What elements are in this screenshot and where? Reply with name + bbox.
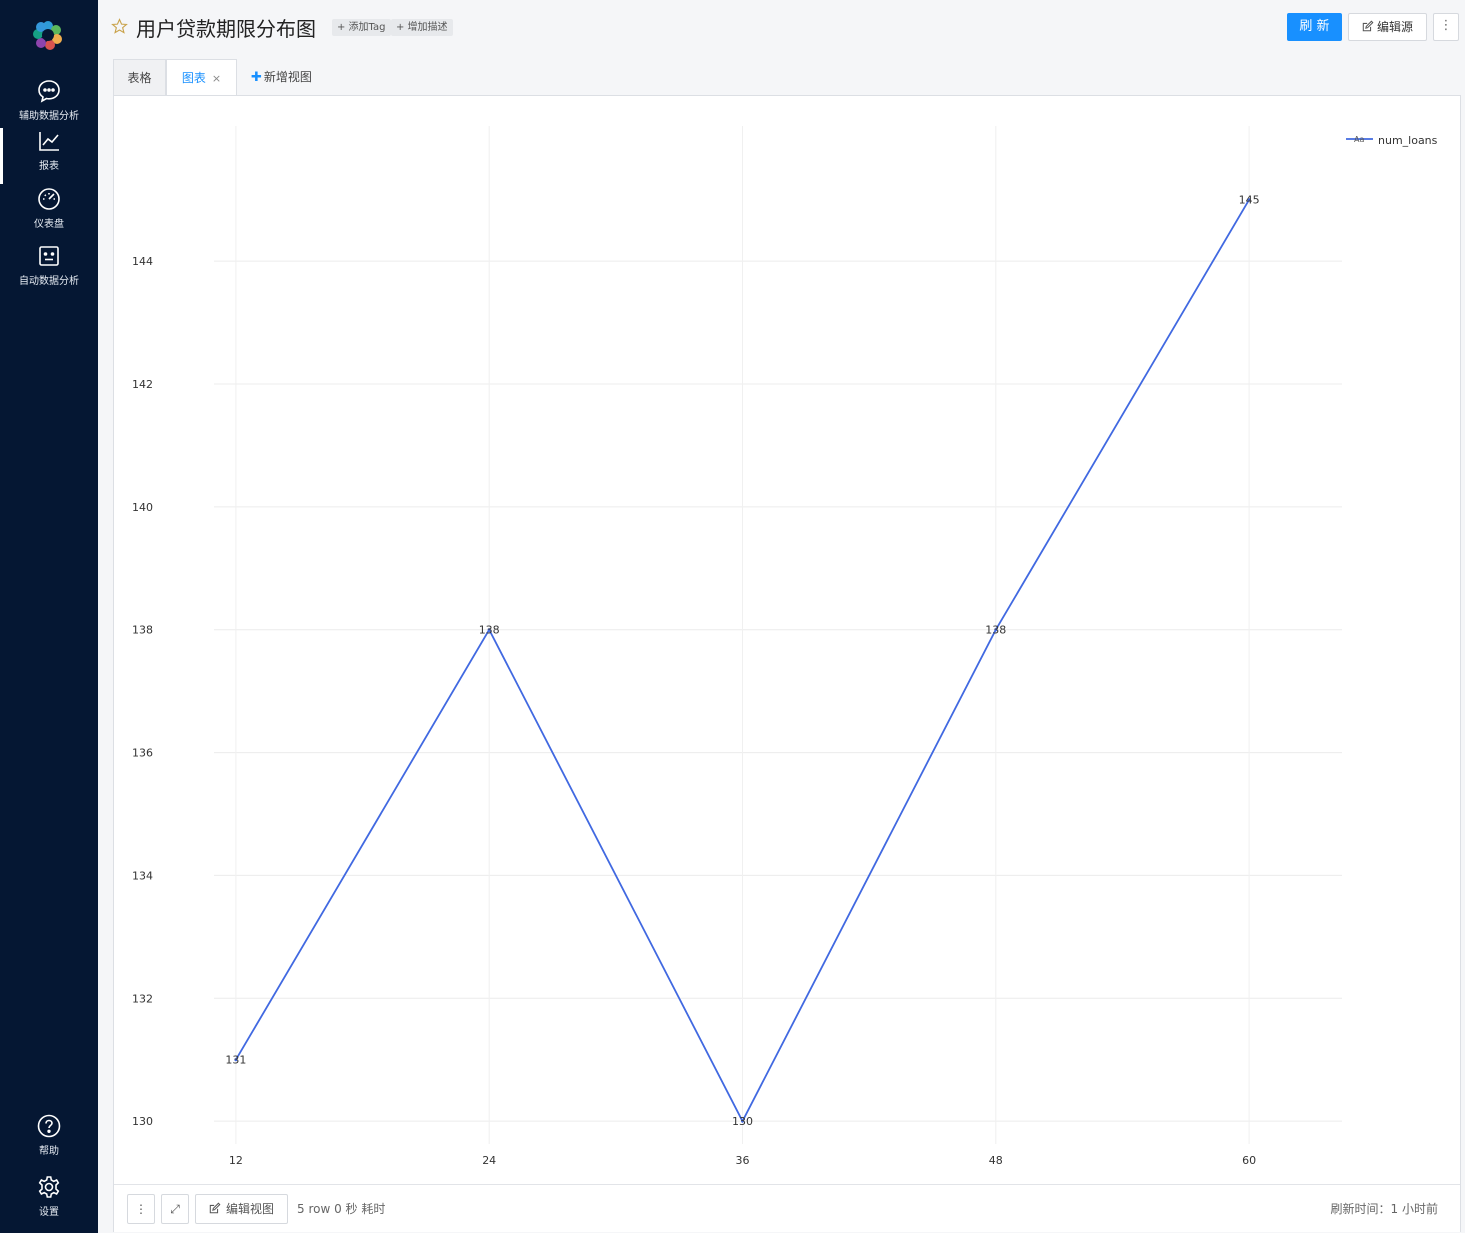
gauge-icon	[38, 188, 60, 210]
footer-more-button[interactable]: ⋮	[127, 1194, 155, 1224]
sidebar-item-label: 设置	[39, 1207, 59, 1218]
y-tick-label: 140	[132, 501, 153, 514]
edit-icon	[1362, 20, 1374, 32]
chat-icon	[38, 80, 60, 103]
edit-source-label: 编辑源	[1376, 20, 1413, 34]
x-tick-label: 36	[736, 1154, 750, 1167]
line-chart-icon	[39, 132, 59, 151]
sidebar-item-label: 自动数据分析	[19, 276, 79, 287]
sidebar-item-settings[interactable]: 设置	[0, 1174, 98, 1230]
data-label: 130	[732, 1115, 753, 1128]
sidebar-item-dashboard[interactable]: 仪表盘	[0, 186, 98, 242]
y-tick-label: 144	[132, 255, 153, 268]
edit-view-button[interactable]: 编辑视图	[195, 1194, 288, 1224]
add-tag-button[interactable]: + 添加Tag	[332, 19, 391, 36]
app-logo[interactable]	[31, 18, 65, 52]
panel-footer: ⋮ ⤢ 编辑视图 5 row 0 秒 耗时 刷新时间：1 小时前	[114, 1184, 1460, 1232]
add-view-button[interactable]: ✚ 新增视图	[251, 59, 312, 95]
sidebar-item-help[interactable]: 帮助	[0, 1113, 98, 1169]
sidebar-item-label: 辅助数据分析	[19, 111, 79, 122]
sidebar: 辅助数据分析 报表 仪表盘 自动数据分析 帮助 设置	[0, 0, 98, 1233]
page-title: 用户贷款期限分布图	[136, 17, 316, 41]
robot-icon	[39, 246, 59, 266]
refresh-time: 刷新时间：1 小时前	[1330, 1202, 1438, 1216]
y-tick-label: 142	[132, 378, 153, 391]
sidebar-item-assisted-analysis[interactable]: 辅助数据分析	[0, 78, 98, 134]
legend-label: num_loans	[1378, 134, 1438, 147]
close-icon[interactable]: ×	[212, 72, 221, 85]
x-tick-label: 48	[989, 1154, 1003, 1167]
star-icon[interactable]	[111, 18, 128, 35]
page-header: 用户贷款期限分布图 + 添加Tag + 增加描述 刷 新 编辑源 ⋮	[98, 0, 1465, 56]
refresh-button[interactable]: 刷 新	[1287, 13, 1342, 41]
data-label: 138	[479, 624, 500, 637]
edit-icon	[209, 1202, 221, 1214]
more-options-button[interactable]: ⋮	[1433, 13, 1459, 41]
y-tick-label: 130	[132, 1115, 153, 1128]
y-tick-label: 132	[132, 992, 153, 1005]
x-tick-label: 12	[229, 1154, 243, 1167]
y-tick-label: 136	[132, 747, 153, 760]
data-label: 145	[1239, 194, 1260, 207]
sidebar-item-label: 帮助	[39, 1146, 59, 1157]
sidebar-item-label: 报表	[39, 161, 59, 172]
add-description-button[interactable]: + 增加描述	[391, 19, 453, 36]
tab-table-label: 表格	[127, 71, 152, 85]
data-label: 138	[985, 624, 1006, 637]
edit-view-label: 编辑视图	[225, 1202, 274, 1216]
legend-marker: Aa	[1354, 135, 1364, 144]
query-info: 5 row 0 秒 耗时	[297, 1202, 386, 1216]
x-tick-label: 60	[1242, 1154, 1256, 1167]
chart-panel: 130 132 134 136 138 140 142 144 12 24 36 48 60 131 138…	[113, 95, 1461, 1232]
x-tick-label: 24	[482, 1154, 496, 1167]
help-icon	[37, 1114, 61, 1138]
sidebar-item-reports[interactable]: 报表	[0, 128, 98, 184]
sidebar-item-auto-analysis[interactable]: 自动数据分析	[0, 243, 98, 299]
y-tick-label: 134	[132, 869, 153, 882]
tab-chart-label: 图表	[181, 71, 206, 85]
line-chart: 130 132 134 136 138 140 142 144 12 24 36 48 60 131 138…	[132, 126, 1438, 1167]
data-label: 131	[225, 1054, 246, 1067]
sidebar-item-label: 仪表盘	[34, 219, 64, 230]
edit-source-button[interactable]: 编辑源	[1348, 13, 1427, 41]
plus-icon: ✚	[251, 70, 262, 85]
fullscreen-button[interactable]: ⤢	[161, 1194, 189, 1224]
tab-chart[interactable]: 图表 ×	[166, 59, 237, 96]
settings-icon	[38, 1176, 60, 1198]
tab-table[interactable]: 表格	[113, 59, 166, 95]
y-tick-label: 138	[132, 624, 153, 637]
add-view-label: 新增视图	[263, 70, 312, 84]
